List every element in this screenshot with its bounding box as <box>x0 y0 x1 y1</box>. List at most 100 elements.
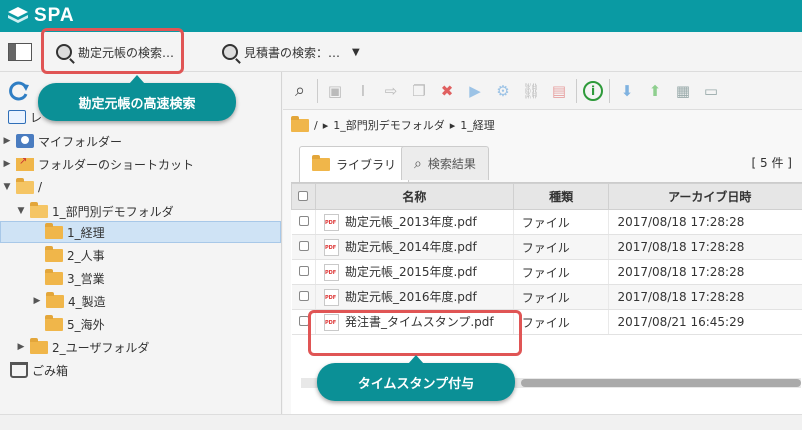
chevron-down-icon[interactable]: ▼ <box>16 206 26 216</box>
pdf-file-icon <box>323 214 339 231</box>
arrow-down-icon[interactable]: ⬇ <box>616 80 638 102</box>
link-icon[interactable]: ⛓ <box>520 80 542 102</box>
refresh-icon[interactable] <box>8 80 30 102</box>
archive-date: 2017/08/18 17:28:28 <box>608 209 802 235</box>
tree-item-dept-demo[interactable]: ▼ 1_部門別デモフォルダ <box>16 200 174 222</box>
pdf-file-icon <box>323 239 339 256</box>
row-select-cell[interactable] <box>291 209 316 235</box>
rename-icon[interactable]: I <box>352 80 374 102</box>
chevron-right-icon[interactable]: ▶ <box>2 159 12 169</box>
tree-item-label: 4_製造 <box>68 294 106 309</box>
table-row[interactable]: 勘定元帳_2014年度.pdf ファイル 2017/08/18 17:28:28 <box>291 234 802 260</box>
add-folder-icon[interactable]: ▣ <box>324 80 346 102</box>
copy-icon[interactable]: ❐ <box>408 80 430 102</box>
toolbar-divider <box>317 78 318 103</box>
file-name-cell[interactable]: 勘定元帳_2014年度.pdf <box>315 234 514 260</box>
tree-item-label: 1_部門別デモフォルダ <box>52 204 174 219</box>
breadcrumb-separator: ▸ <box>322 118 329 132</box>
file-name[interactable]: 勘定元帳_2014年度.pdf <box>345 240 477 254</box>
file-type: ファイル <box>513 284 610 310</box>
row-checkbox[interactable] <box>298 216 309 226</box>
folder-icon <box>45 222 63 239</box>
file-name[interactable]: 勘定元帳_2013年度.pdf <box>345 215 477 229</box>
column-header-name[interactable]: 名称 <box>314 183 514 210</box>
archive-date: 2017/08/18 17:28:28 <box>608 234 802 260</box>
folder-open-icon <box>30 201 48 218</box>
chevron-down-icon[interactable]: ▼ <box>352 47 360 58</box>
archive-date: 2017/08/21 16:45:29 <box>608 309 802 335</box>
delete-icon[interactable]: ✖ <box>436 80 458 102</box>
ledger-search-highlight <box>41 28 184 74</box>
tab-library[interactable]: ライブラリ <box>299 146 410 182</box>
search-icon[interactable]: ⌕ <box>289 80 311 102</box>
file-name-cell[interactable]: 勘定元帳_2013年度.pdf <box>315 209 514 235</box>
breadcrumb-folder1[interactable]: 1_部門別デモフォルダ <box>333 117 445 133</box>
file-type: ファイル <box>513 209 610 235</box>
tree-item-label: マイフォルダー <box>38 134 123 149</box>
quote-search-button[interactable]: 見積書の検索：… ▼ <box>222 40 360 64</box>
table-row[interactable]: 勘定元帳_2015年度.pdf ファイル 2017/08/18 17:28:28 <box>291 259 802 285</box>
chevron-down-icon[interactable]: ▼ <box>2 182 12 192</box>
row-checkbox[interactable] <box>298 291 309 301</box>
chevron-right-icon[interactable]: ▶ <box>2 136 12 146</box>
folder-icon <box>45 268 63 285</box>
tree-item-label: ごみ箱 <box>32 363 69 378</box>
timestamp-file-highlight <box>308 310 522 356</box>
table-row[interactable]: 勘定元帳_2016年度.pdf ファイル 2017/08/18 17:28:28 <box>291 284 802 310</box>
tree-item-hr[interactable]: 2_人事 <box>45 244 105 266</box>
tree-item-label: 5_海外 <box>67 317 105 332</box>
play-icon[interactable]: ▶ <box>464 80 486 102</box>
tab-search-results[interactable]: ⌕ 検索結果 <box>401 146 489 180</box>
search-icon <box>222 44 238 60</box>
tree-item-root[interactable]: ▼ / <box>2 176 42 198</box>
tab-search-results-label: 検索結果 <box>427 157 476 171</box>
tree-item-sales[interactable]: 3_営業 <box>45 267 105 289</box>
toolbar-divider <box>576 78 577 103</box>
chevron-right-icon[interactable]: ▶ <box>16 342 26 352</box>
tree-item-user-folder[interactable]: ▶ 2_ユーザフォルダ <box>16 336 149 358</box>
column-header-date[interactable]: アーカイブ日時 <box>608 183 802 210</box>
export-icon[interactable]: ▦ <box>672 80 694 102</box>
tree-item-accounting[interactable]: 1_経理 <box>0 221 281 243</box>
move-icon[interactable]: ⇨ <box>380 80 402 102</box>
info-icon[interactable]: i <box>583 80 603 101</box>
select-all-header[interactable] <box>291 183 316 210</box>
row-checkbox[interactable] <box>298 266 309 276</box>
tree-item-my-folder[interactable]: ▶ マイフォルダー <box>2 130 122 152</box>
tab-bar: ライブラリ ⌕ 検索結果 [ 5 件 ] <box>291 146 802 182</box>
tree-item-manufacturing[interactable]: ▶ 4_製造 <box>32 290 106 312</box>
arrow-up-icon[interactable]: ⬆ <box>644 80 666 102</box>
table-row[interactable]: 勘定元帳_2013年度.pdf ファイル 2017/08/18 17:28:28 <box>291 209 802 235</box>
file-name[interactable]: 勘定元帳_2015年度.pdf <box>345 265 477 279</box>
file-name-cell[interactable]: 勘定元帳_2015年度.pdf <box>315 259 514 285</box>
folder-tree-panel: レ ▶ マイフォルダー ▶ フォルダーのショートカット ▼ / ▼ 1_部門別デ… <box>0 72 282 414</box>
tree-item-label: 3_営業 <box>67 271 105 286</box>
column-header-type[interactable]: 種類 <box>512 183 610 210</box>
row-select-cell[interactable] <box>291 284 316 310</box>
select-all-checkbox[interactable] <box>298 190 309 201</box>
pdf-icon[interactable]: ▤ <box>548 80 570 102</box>
row-select-cell[interactable] <box>291 259 316 285</box>
recent-icon <box>8 110 26 124</box>
file-name[interactable]: 勘定元帳_2016年度.pdf <box>345 290 477 304</box>
tree-item-recent[interactable]: レ <box>8 106 42 128</box>
row-checkbox[interactable] <box>298 316 309 326</box>
folder-icon <box>291 115 309 132</box>
tree-item-overseas[interactable]: 5_海外 <box>45 313 105 335</box>
tree-item-trash[interactable]: ごみ箱 <box>10 359 68 381</box>
spa-logo-icon <box>8 7 28 23</box>
row-checkbox[interactable] <box>298 241 309 251</box>
file-name-cell[interactable]: 勘定元帳_2016年度.pdf <box>315 284 514 310</box>
row-select-cell[interactable] <box>291 234 316 260</box>
chevron-right-icon[interactable]: ▶ <box>32 296 42 306</box>
folder-icon <box>46 291 64 308</box>
user-folder-icon <box>16 134 34 148</box>
print-icon[interactable]: ▭ <box>700 80 722 102</box>
tree-item-shortcuts[interactable]: ▶ フォルダーのショートカット <box>2 153 194 175</box>
table-header-row: 名称 種類 アーカイブ日時 <box>291 183 802 210</box>
scrollbar-thumb[interactable] <box>521 379 801 387</box>
breadcrumb-folder2[interactable]: 1_経理 <box>460 117 495 133</box>
settings-icon[interactable]: ⚙ <box>492 80 514 102</box>
sidebar-toggle-icon[interactable] <box>8 43 32 61</box>
breadcrumb-root[interactable]: / <box>314 119 318 132</box>
